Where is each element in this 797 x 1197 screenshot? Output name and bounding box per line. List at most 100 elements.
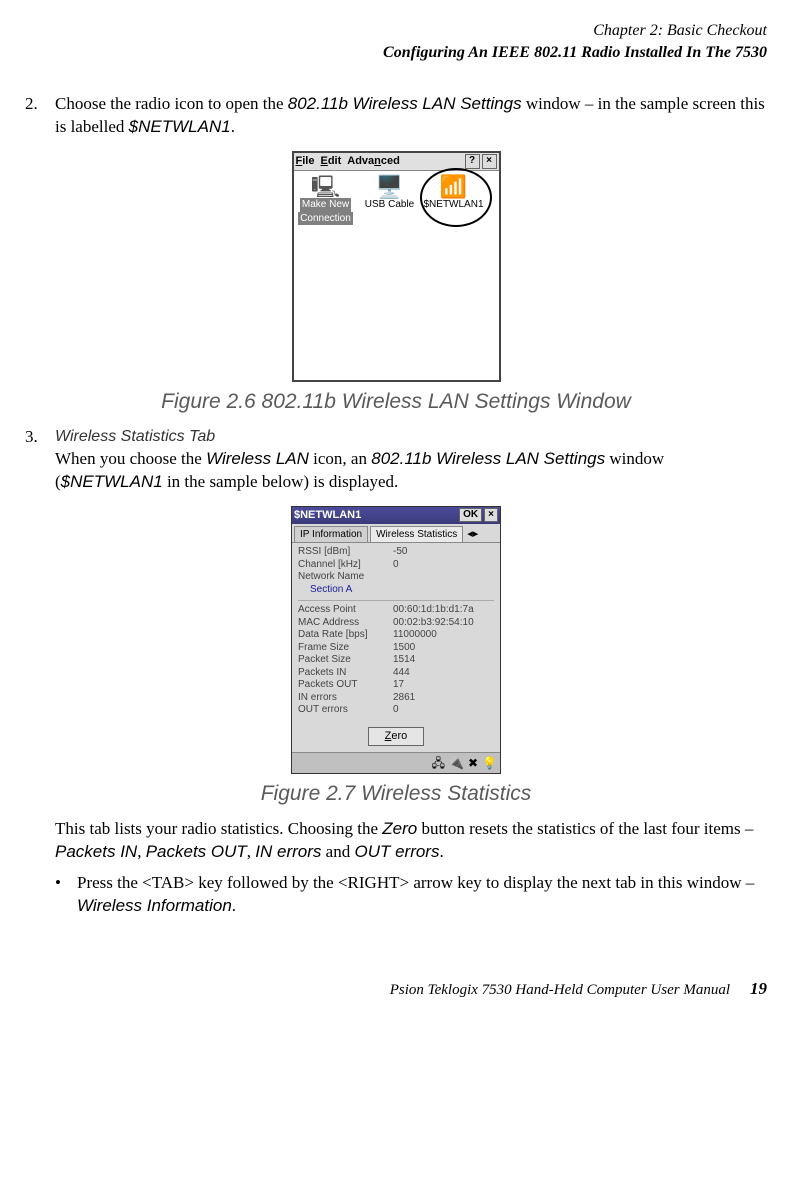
stats2-value: 11000000 (393, 629, 437, 642)
close-button-2[interactable]: × (484, 508, 498, 522)
tab-wireless-statistics[interactable]: Wireless Statistics (370, 526, 463, 543)
stats1-key: RSSI [dBm] (298, 546, 393, 559)
connections-window-body (294, 230, 499, 380)
stats2-row: Frame Size1500 (298, 642, 494, 655)
header-section: Configuring An IEEE 802.11 Radio Install… (25, 42, 767, 64)
step-3-text-pre: When you choose the (55, 449, 206, 468)
stats1-value: 0 (393, 559, 399, 572)
tab-ip-information[interactable]: IP Information (294, 526, 368, 543)
ok-button[interactable]: OK (459, 508, 482, 522)
stats1-key: Channel [kHz] (298, 559, 393, 572)
connection-tray-icon[interactable]: 🔌 (449, 755, 464, 771)
stats2-row: OUT errors0 (298, 704, 494, 717)
titlebar: $NETWLAN1 OK × (292, 507, 500, 524)
stats2-key: IN errors (298, 692, 393, 705)
row-network-name: Network Name (298, 571, 494, 584)
bullet-body: Press the <TAB> key followed by the <RIG… (77, 872, 767, 918)
step-2-netwlan: $NETWLAN1 (129, 117, 231, 136)
stats2-value: 00:02:b3:92:54:10 (393, 617, 474, 630)
netwlan1-icon[interactable]: 📶 $NETWLAN1 (424, 176, 484, 212)
menubar: File Edit Advanced ? × (294, 153, 499, 171)
post-pre: This tab lists your radio statistics. Ch… (55, 819, 382, 838)
globe-phone-icon: 🖳 (296, 176, 356, 198)
bullet-pre: Press the <TAB> key followed by the <RIG… (77, 873, 754, 892)
step-2-text-pre: Choose the radio icon to open the (55, 94, 288, 113)
network-tray-icon[interactable]: 🖧 (432, 755, 445, 771)
post-out-errors: OUT errors (354, 842, 439, 861)
menu-adv-rest: ced (381, 155, 400, 167)
arrow-right-icon: ▸ (473, 528, 479, 540)
bullet-dot: • (55, 872, 77, 918)
status-tray-icon[interactable]: ✖ (468, 755, 478, 771)
usb-cable[interactable]: 🖥️ USB Cable (360, 176, 420, 212)
figure-2-7-caption: Figure 2.7 Wireless Statistics (25, 780, 767, 808)
make-new-label-2: Connection (298, 212, 353, 226)
section-a: Section A (310, 584, 494, 597)
post-in-errors: IN errors (255, 842, 321, 861)
stats2-value: 17 (393, 679, 404, 692)
stats2-key: Packets OUT (298, 679, 393, 692)
step-3-heading: Wireless Statistics Tab (55, 426, 767, 448)
menu-file-rest: ile (302, 155, 314, 167)
post-mid: button resets the statistics of the last… (417, 819, 753, 838)
divider (298, 600, 494, 601)
stats2-row: Packet Size1514 (298, 654, 494, 667)
menu-edit-rest: dit (328, 155, 341, 167)
menu-advanced[interactable]: Advanced (347, 154, 400, 169)
help-button[interactable]: ? (465, 154, 480, 169)
bullet-list: • Press the <TAB> key followed by the <R… (25, 872, 767, 918)
stats2-value: 444 (393, 667, 410, 680)
stats2-key: Access Point (298, 604, 393, 617)
step-3-wlan: Wireless LAN (206, 449, 309, 468)
step-2-body: Choose the radio icon to open the 802.11… (55, 93, 767, 139)
bulb-tray-icon[interactable]: 💡 (482, 755, 497, 771)
stats2-value: 2861 (393, 692, 415, 705)
stats2-row: Access Point00:60:1d:1b:d1:7a (298, 604, 494, 617)
post-packets-out: Packets OUT (146, 842, 247, 861)
post-packets-in: Packets IN (55, 842, 137, 861)
zero-button[interactable]: Zero (368, 727, 425, 746)
step-3-body: Wireless Statistics Tab When you choose … (55, 426, 767, 493)
bullet-wireless-info: Wireless Information (77, 896, 232, 915)
computers-icon: 🖥️ (360, 176, 420, 198)
step-3: 3. Wireless Statistics Tab When you choo… (25, 426, 767, 493)
page-header: Chapter 2: Basic Checkout Configuring An… (25, 20, 767, 63)
step-3-number: 3. (25, 426, 55, 493)
stats2-key: Packet Size (298, 654, 393, 667)
wireless-stats-window: $NETWLAN1 OK × IP Information Wireless S… (291, 506, 501, 774)
zero-button-wrap: Zero (292, 721, 500, 752)
netwlan1-label: $NETWLAN1 (424, 199, 484, 210)
stats2-row: Packets IN444 (298, 667, 494, 680)
menu-edit[interactable]: Edit (320, 154, 341, 169)
stats2-value: 00:60:1d:1b:d1:7a (393, 604, 474, 617)
zero-rest: ero (391, 730, 407, 742)
make-new-connection[interactable]: 🖳 Make New Connection (296, 176, 356, 225)
step-2-number: 2. (25, 93, 55, 139)
post-end: . (439, 842, 443, 861)
stats2-value: 0 (393, 704, 399, 717)
stats2-value: 1500 (393, 642, 415, 655)
taskbar: 🖧 🔌 ✖ 💡 (292, 752, 500, 773)
stats2-row: IN errors2861 (298, 692, 494, 705)
page-footer: Psion Teklogix 7530 Hand-Held Computer U… (25, 978, 767, 1001)
post-paragraph: This tab lists your radio statistics. Ch… (25, 818, 767, 864)
stats2-row: Packets OUT17 (298, 679, 494, 692)
icon-row: 🖳 Make New Connection 🖥️ USB Cable 📶 $NE… (294, 171, 499, 230)
menu-file[interactable]: File (296, 154, 315, 169)
stats1-value: -50 (393, 546, 407, 559)
header-chapter: Chapter 2: Basic Checkout (25, 20, 767, 42)
figure-2-6-caption: Figure 2.6 802.11b Wireless LAN Settings… (25, 388, 767, 416)
make-new-label-1: Make New (300, 198, 351, 212)
step-2-text-end: . (231, 117, 235, 136)
page-number: 19 (750, 978, 767, 1001)
footer-text: Psion Teklogix 7530 Hand-Held Computer U… (390, 980, 730, 1000)
figure-2-7: $NETWLAN1 OK × IP Information Wireless S… (25, 506, 767, 774)
close-button[interactable]: × (482, 154, 497, 169)
post-and: and (321, 842, 354, 861)
stats-panel: RSSI [dBm]-50Channel [kHz]0 Network Name… (292, 543, 500, 721)
stats2-row: MAC Address00:02:b3:92:54:10 (298, 617, 494, 630)
stats2-key: Frame Size (298, 642, 393, 655)
tab-scroll-arrows[interactable]: ◂▸ (465, 527, 480, 542)
usb-cable-label: USB Cable (365, 199, 414, 210)
stats2-key: Data Rate [bps] (298, 629, 393, 642)
